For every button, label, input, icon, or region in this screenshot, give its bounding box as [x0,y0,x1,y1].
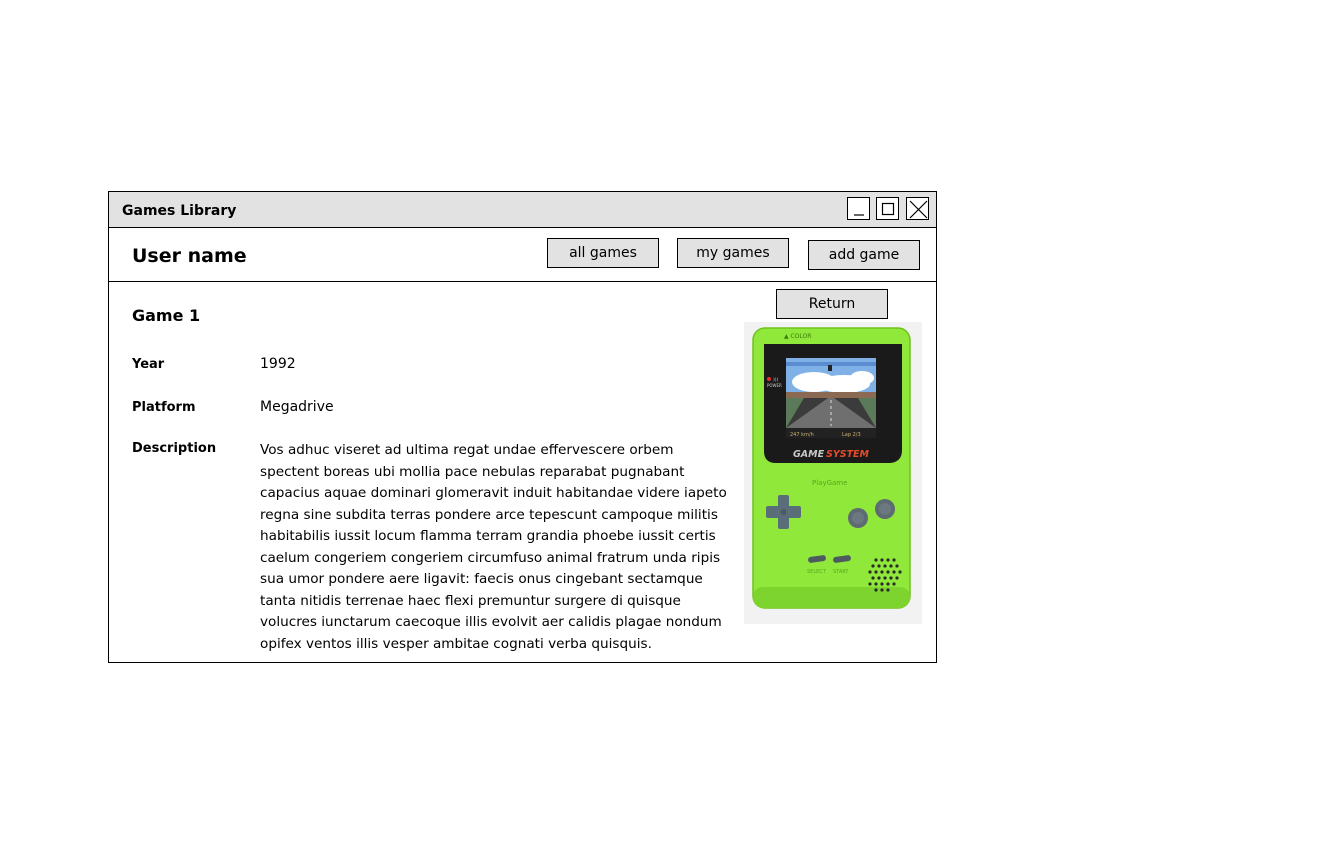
svg-text:GAME: GAME [793,449,825,460]
handheld-console-icon: ▲ COLOR 247 km/h Lap 2/3 ))) POWER GAME … [752,327,911,609]
close-button[interactable] [906,197,929,220]
window-title: Games Library [122,203,237,219]
minimize-icon [854,214,864,216]
return-button[interactable]: Return [776,289,888,319]
maximize-icon [881,202,895,216]
svg-text:SELECT: SELECT [807,569,827,575]
svg-text:POWER: POWER [767,383,782,388]
description-label: Description [132,441,217,456]
game-console-image: ▲ COLOR 247 km/h Lap 2/3 ))) POWER GAME … [744,322,922,624]
maximize-button[interactable] [876,197,899,220]
app-window: Games Library User name all games my gam… [108,191,937,663]
year-label: Year [132,357,165,372]
all-games-button[interactable]: all games [547,238,659,268]
svg-text:SYSTEM: SYSTEM [826,449,870,460]
minimize-button[interactable] [847,197,870,220]
close-icon [909,200,928,219]
title-bar: Games Library [109,192,936,228]
svg-text:247 km/h: 247 km/h [790,432,814,438]
platform-value: Megadrive [260,399,334,415]
my-games-button[interactable]: my games [677,238,789,268]
game-title: Game 1 [132,306,201,325]
platform-label: Platform [132,400,196,415]
add-game-button[interactable]: add game [808,240,920,270]
svg-text:PlayGame: PlayGame [812,479,847,487]
user-header: User name all games my games add game [109,228,936,282]
svg-text:START: START [833,569,849,575]
user-name: User name [132,245,247,267]
description-text: Vos adhuc viseret ad ultima regat undae … [260,442,727,652]
svg-text:▲ COLOR: ▲ COLOR [784,333,811,340]
year-value: 1992 [260,356,296,372]
svg-text:Lap 2/3: Lap 2/3 [842,432,861,438]
